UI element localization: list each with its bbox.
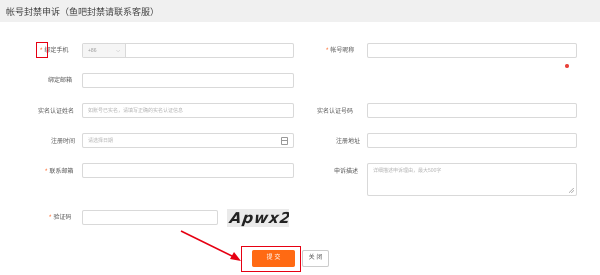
arrow-head bbox=[230, 252, 241, 261]
arrow-line bbox=[180, 230, 237, 259]
annotation-arrow bbox=[180, 230, 241, 261]
